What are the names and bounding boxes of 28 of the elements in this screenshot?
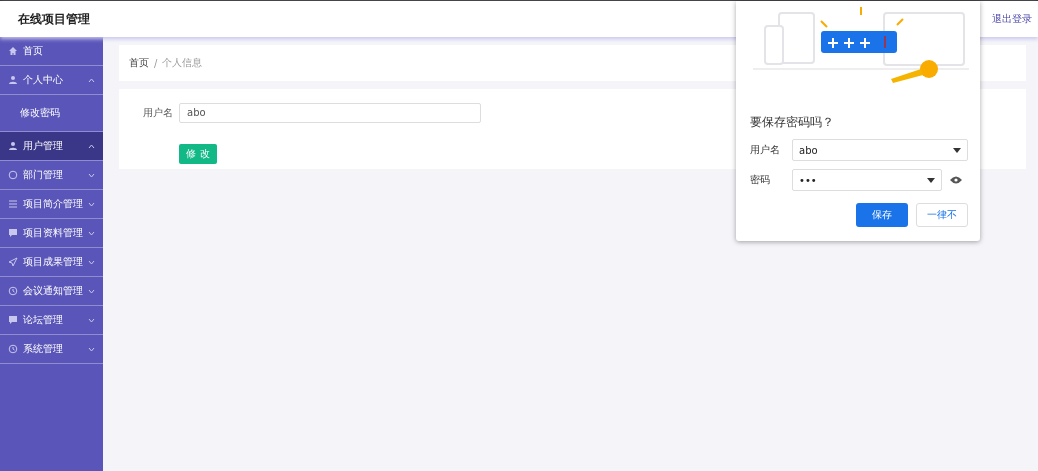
send-icon [8,257,18,267]
never-button[interactable]: 一律不 [916,203,968,227]
dropdown-caret-icon[interactable] [927,177,935,183]
dropdown-caret-icon[interactable] [953,147,961,153]
password-label: 密码 [750,173,771,187]
username-label: 用户名 [750,143,781,157]
clock-icon [8,344,18,354]
breadcrumb-separator: / [154,57,158,69]
person-icon [8,141,18,151]
person-icon [8,75,18,85]
username-field[interactable]: abo [179,102,481,123]
sidebar-item[interactable]: 用户管理 [0,132,103,161]
breadcrumb-item: 个人信息 [162,56,203,70]
app-title: 在线项目管理 [18,10,90,28]
clock-icon [8,286,18,296]
list-icon [8,199,18,209]
breadcrumb-item[interactable]: 首页 [129,56,149,70]
password-dropdown[interactable]: ••• [792,169,942,191]
home-icon [8,46,18,56]
username-dropdown[interactable]: abo [792,139,968,161]
dialog-title: 要保存密码吗？ [750,114,835,131]
chat-icon [8,315,18,325]
save-button[interactable]: 保存 [856,203,908,227]
eye-icon[interactable] [950,176,962,184]
logout-link[interactable]: 退出登录 [992,12,1032,26]
chat-icon [8,228,18,238]
circle-icon [8,170,18,180]
username-label: 用户名 [143,105,173,120]
